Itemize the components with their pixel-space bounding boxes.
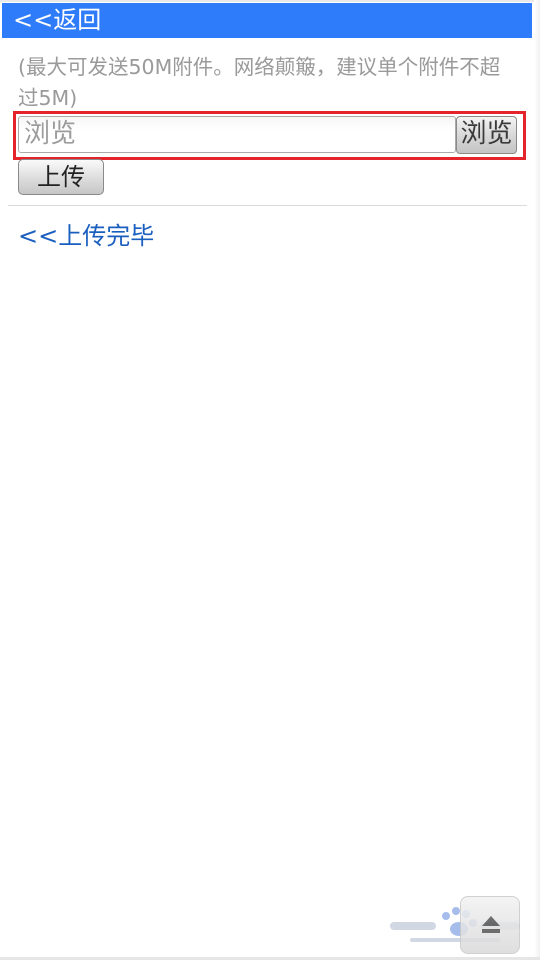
eject-icon [482, 916, 500, 933]
back-bar[interactable]: <<返回 [2, 3, 532, 38]
file-path-input[interactable]: 浏览 [18, 116, 456, 153]
back-link[interactable]: <<返回 [2, 3, 101, 38]
divider [8, 205, 527, 206]
floating-menu-button[interactable] [460, 896, 520, 954]
browse-button[interactable]: 浏览 [456, 116, 517, 154]
top-edge [0, 0, 540, 2]
upload-done-link[interactable]: <<上传完毕 [18, 220, 154, 252]
attachment-size-hint: (最大可发送50M附件。网络颠簸，建议单个附件不超过5M) [18, 55, 501, 110]
upload-button[interactable]: 上传 [18, 159, 104, 195]
upload-page: <<返回 (最大可发送50M附件。网络颠簸，建议单个附件不超过5M) 浏览 浏览… [0, 0, 540, 960]
scroll-edge [534, 0, 540, 960]
